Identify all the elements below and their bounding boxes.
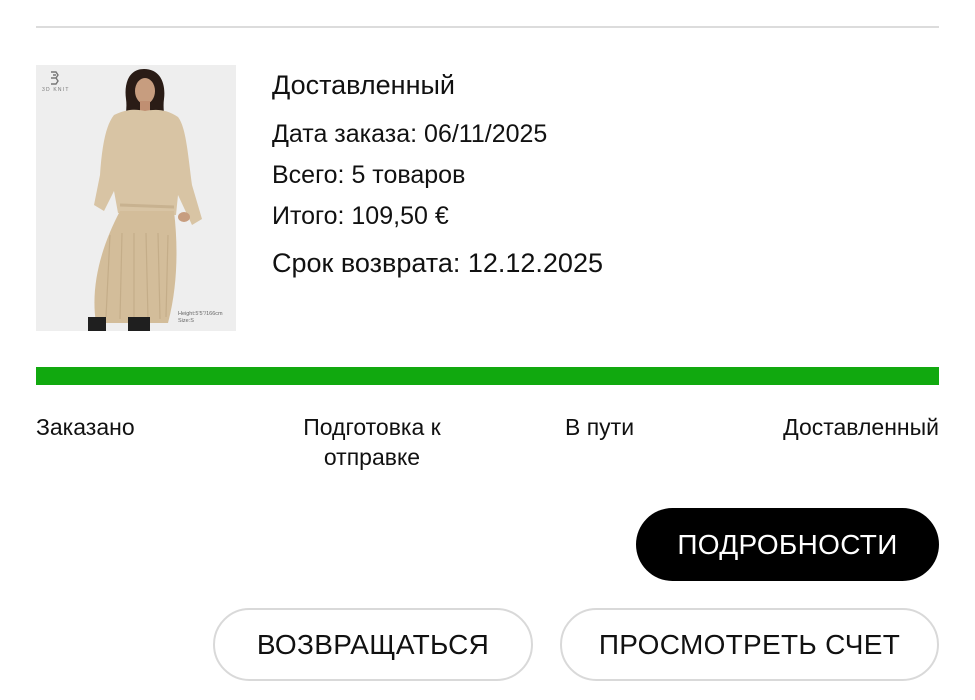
top-divider (36, 26, 939, 28)
model-caption-size: Size:S (178, 318, 194, 324)
product-photo: 3D KNIT Height:5'5"/166cm Size:S (36, 65, 236, 331)
order-total: Итого: 109,50 € (272, 202, 449, 230)
view-invoice-button[interactable]: ПРОСМОТРЕТЬ СЧЕТ (560, 608, 939, 681)
order-info: Доставленный Дата заказа: 06/11/2025 Все… (272, 68, 603, 278)
step-in-transit: В пути (565, 414, 635, 440)
return-button[interactable]: ВОЗВРАЩАТЬСЯ (213, 608, 533, 681)
brand-text: 3D KNIT (42, 87, 70, 93)
return-deadline: Срок возврата: 12.12.2025 (272, 248, 603, 278)
order-status: Доставленный (272, 70, 455, 100)
details-button[interactable]: ПОДРОБНОСТИ (636, 508, 939, 581)
step-ordered: Заказано (36, 414, 135, 440)
model-caption-height: Height:5'5"/166cm (178, 311, 223, 317)
step-delivered: Доставленный (783, 414, 939, 440)
delivery-progress-fill (36, 367, 939, 385)
delivery-progress-bar (36, 367, 939, 385)
step-preparing: Подготовка к отправке (272, 412, 472, 472)
order-items-count: Всего: 5 товаров (272, 161, 466, 189)
step-preparing-line2: отправке (323, 444, 421, 470)
product-image[interactable]: 3D KNIT Height:5'5"/166cm Size:S (36, 65, 236, 331)
step-preparing-line1: Подготовка к (303, 414, 441, 440)
order-date: Дата заказа: 06/11/2025 (272, 120, 548, 148)
